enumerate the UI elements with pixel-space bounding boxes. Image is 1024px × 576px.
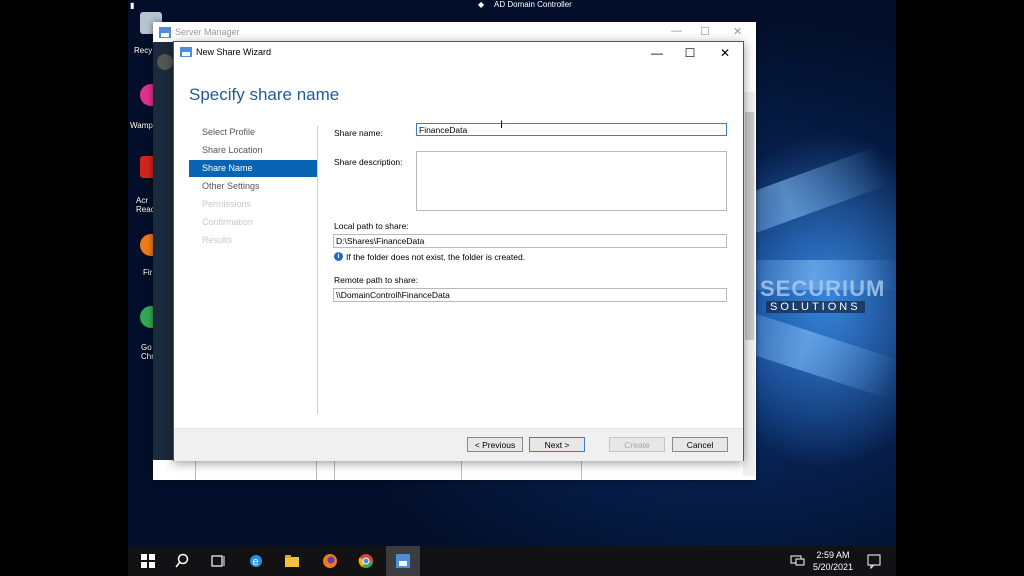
back-icon[interactable] — [157, 54, 173, 70]
watermark-line1: SECURIUM — [760, 276, 886, 301]
nav-permissions: Permissions — [202, 199, 252, 209]
info-text: If the folder does not exist, the folder… — [346, 252, 526, 262]
nav-confirmation: Confirmation — [202, 217, 254, 227]
nav-divider — [317, 126, 318, 414]
maximize-button[interactable]: ☐ — [675, 44, 705, 62]
desktop-icon-label: Wamp — [130, 121, 153, 130]
minimize-button[interactable]: — — [671, 25, 682, 37]
server-manager-sidebar — [153, 42, 173, 460]
search-icon[interactable] — [172, 551, 192, 571]
create-button: Create — [609, 437, 665, 452]
remote-path-label: Remote path to share: — [334, 275, 419, 285]
start-icon[interactable] — [138, 551, 158, 571]
desktop-icon-label: Recy — [134, 46, 153, 55]
pin-icon[interactable]: ▮ — [130, 1, 134, 10]
scrollbar-thumb[interactable] — [745, 112, 754, 340]
notifications-icon[interactable] — [866, 553, 882, 569]
remote-path-field[interactable]: \\DomainControll\FinanceData — [333, 288, 727, 302]
grid-divider — [581, 460, 582, 480]
share-name-label: Share name: — [334, 128, 383, 138]
nav-other-settings[interactable]: Other Settings — [189, 178, 317, 195]
text-cursor-icon: I — [500, 119, 504, 131]
nav-share-location[interactable]: Share Location — [189, 142, 317, 159]
share-wizard-icon — [180, 47, 192, 57]
wizard-title: New Share Wizard — [196, 47, 272, 57]
remote-session-bar: ▮ ◆ AD Domain Controller — [0, 0, 1024, 12]
nav-select-profile[interactable]: Select Profile — [189, 124, 317, 141]
info-icon: i — [334, 252, 343, 261]
close-button[interactable]: ✕ — [710, 44, 740, 62]
watermark-logo: SECURIUM SOLUTIONS — [760, 276, 884, 316]
new-share-wizard-dialog: New Share Wizard — ☐ ✕ Specify share nam… — [173, 41, 744, 461]
grid-divider — [195, 460, 196, 480]
chrome-icon[interactable] — [356, 551, 376, 571]
watermark-line2: SOLUTIONS — [766, 301, 865, 313]
wizard-footer: < Previous Next > Create Cancel — [174, 428, 743, 461]
nav-share-name[interactable]: Share Name — [189, 160, 317, 177]
local-path-field[interactable]: D:\Shares\FinanceData — [333, 234, 727, 248]
wizard-titlebar[interactable]: New Share Wizard — ☐ ✕ — [174, 42, 743, 64]
svg-text:e: e — [253, 556, 259, 568]
maximize-button[interactable]: ☐ — [700, 25, 710, 38]
grid-divider — [334, 460, 335, 480]
server-manager-taskbar-item[interactable] — [386, 546, 420, 576]
desktop-icon-label: Fir — [143, 268, 153, 277]
page-title: Specify share name — [189, 85, 340, 104]
grid-divider — [461, 460, 462, 480]
server-manager-titlebar[interactable]: Server Manager — ☐ ✕ — [153, 22, 756, 42]
connection-icon: ◆ — [478, 0, 485, 9]
cancel-button[interactable]: Cancel — [672, 437, 728, 452]
grid-divider — [316, 460, 317, 480]
close-button[interactable]: ✕ — [733, 25, 742, 38]
clock-date: 5/20/2021 — [812, 562, 854, 572]
taskbar-clock[interactable]: 2:59 AM 5/20/2021 — [808, 549, 858, 573]
previous-button[interactable]: < Previous — [467, 437, 523, 452]
server-manager-icon — [159, 27, 171, 38]
nav-results: Results — [202, 235, 233, 245]
file-explorer-icon[interactable] — [282, 551, 302, 571]
local-path-label: Local path to share: — [334, 221, 409, 231]
share-name-input[interactable]: FinanceData — [416, 123, 727, 136]
network-icon[interactable] — [790, 553, 806, 569]
share-description-textarea[interactable] — [416, 151, 727, 211]
session-title: AD Domain Controller — [494, 0, 572, 9]
server-manager-title: Server Manager — [175, 27, 240, 37]
firefox-icon[interactable] — [320, 551, 340, 571]
internet-explorer-icon[interactable]: e — [246, 551, 266, 571]
minimize-button[interactable]: — — [642, 44, 672, 62]
taskbar: e 2:59 AM 5/20/2021 — [128, 546, 896, 576]
clock-time: 2:59 AM — [816, 550, 850, 560]
next-button[interactable]: Next > — [529, 437, 585, 452]
task-view-icon[interactable] — [208, 551, 228, 571]
share-description-label: Share description: — [334, 157, 403, 167]
server-manager-icon — [396, 554, 410, 568]
